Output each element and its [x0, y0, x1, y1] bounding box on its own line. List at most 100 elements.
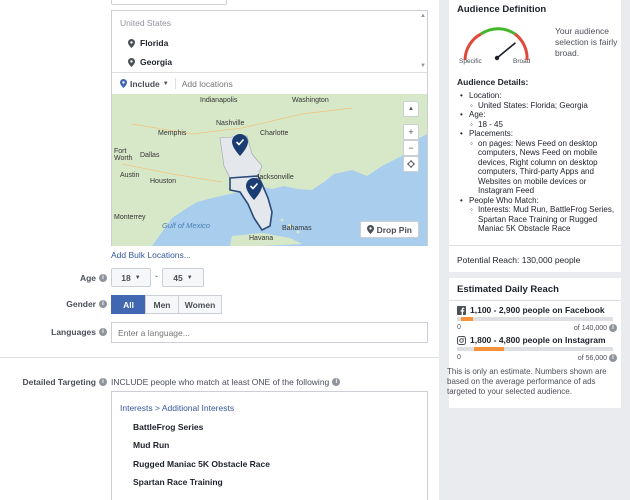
facebook-reach-bar	[457, 317, 613, 321]
info-icon[interactable]: i	[609, 324, 617, 332]
map-label-austin: Austin	[120, 172, 140, 179]
detail-age-label: Age:	[469, 110, 486, 119]
interest-item[interactable]: Rugged Maniac 5K Obstacle Race	[133, 459, 270, 469]
location-item-label: Georgia	[140, 57, 173, 67]
gauge-broad-label: Broad	[513, 58, 531, 65]
estimate-note: This is only an estimate. Numbers shown …	[447, 367, 607, 396]
info-icon[interactable]: i	[99, 378, 107, 386]
age-max-value: 45	[173, 272, 183, 283]
add-locations-input[interactable]	[181, 78, 382, 89]
gender-men-button[interactable]: Men	[145, 295, 179, 314]
detail-match-value: Interests: Mud Run, BattleFrog Series, S…	[457, 205, 617, 234]
chevron-down-icon: ▼	[162, 80, 169, 87]
florida-map-pin-icon[interactable]	[246, 178, 262, 200]
detail-age: Age:	[457, 110, 617, 120]
instagram-reach-bar	[457, 347, 613, 351]
audience-description: Your audience selection is fairly broad.	[555, 26, 618, 58]
facebook-reach-fill	[461, 317, 474, 321]
gender-all-button[interactable]: All	[111, 295, 146, 314]
info-icon[interactable]: i	[99, 274, 107, 282]
detail-age-value: 18 - 45	[457, 120, 617, 130]
age-max-select[interactable]: 45 ▼	[162, 268, 204, 287]
detailed-targeting-label-text: Detailed Targeting	[22, 377, 96, 387]
location-item-florida[interactable]: Florida	[128, 38, 168, 48]
language-input[interactable]	[111, 322, 428, 343]
instagram-reach: 1,800 - 4,800 people on Instagram	[457, 335, 606, 345]
location-pin-icon	[128, 57, 135, 67]
info-icon[interactable]: i	[99, 300, 107, 308]
include-dropdown[interactable]: Include ▼	[120, 79, 169, 89]
instagram-reach-max: of 56,000 i	[578, 354, 617, 362]
age-label-text: Age	[79, 273, 96, 283]
location-pin-icon	[366, 225, 374, 234]
card-divider	[449, 300, 621, 301]
targeting-form: United States Florida Georgia ▲ ▼ Includ…	[0, 0, 439, 500]
location-box: United States Florida Georgia ▲ ▼ Includ…	[111, 10, 428, 246]
interest-item[interactable]: Mud Run	[133, 440, 169, 450]
gender-label-text: Gender	[66, 299, 96, 309]
recenter-button[interactable]	[403, 156, 419, 172]
info-icon[interactable]: i	[609, 354, 617, 362]
audience-details-list: Location: United States: Florida; Georgi…	[457, 91, 617, 234]
dropdown-stub[interactable]	[111, 0, 227, 5]
detail-placements-label: Placements:	[469, 129, 514, 138]
age-min-value: 18	[121, 272, 131, 283]
audience-definition-title: Audience Definition	[457, 4, 547, 15]
gender-label: Gender i	[66, 299, 107, 309]
interest-item[interactable]: Spartan Race Training	[133, 477, 223, 487]
chevron-up-icon: ▲	[408, 106, 414, 112]
section-divider	[0, 357, 439, 358]
map-label-indianapolis: Indianapolis	[200, 97, 238, 104]
instagram-reach-text: 1,800 - 4,800 people on Instagram	[470, 335, 606, 345]
facebook-reach-min: 0	[457, 324, 461, 331]
detailed-targeting-box: Interests > Additional Interests BattleF…	[111, 391, 428, 500]
gauge-specific-label: Specific	[459, 58, 482, 65]
chevron-down-icon: ▼	[134, 274, 141, 281]
map-label-nashville: Nashville	[216, 120, 245, 127]
facebook-reach-max: of 140,000 i	[574, 324, 617, 332]
location-map[interactable]: Indianapolis Washington Nashville Memphi…	[112, 94, 427, 246]
info-icon[interactable]: i	[99, 328, 107, 336]
location-list: United States Florida Georgia ▲ ▼	[112, 11, 427, 71]
scroll-down-icon[interactable]: ▼	[420, 63, 426, 69]
age-min-select[interactable]: 18 ▼	[111, 268, 151, 287]
instagram-reach-fill	[474, 347, 504, 351]
instagram-reach-max-text: of 56,000	[577, 354, 607, 362]
location-item-label: Florida	[140, 38, 169, 48]
facebook-reach: 1,100 - 2,900 people on Facebook	[457, 305, 605, 315]
crosshair-icon	[407, 160, 415, 168]
facebook-icon	[457, 305, 466, 315]
georgia-map-pin-icon[interactable]	[232, 134, 248, 156]
include-label: Include	[130, 78, 160, 89]
map-label-gulf-of-mexico: Gulf of Mexico	[162, 221, 210, 230]
location-include-row: Include ▼	[112, 72, 427, 94]
scroll-up-icon[interactable]: ▲	[420, 13, 426, 19]
zoom-out-button[interactable]: −	[403, 140, 419, 156]
location-item-georgia[interactable]: Georgia	[128, 57, 172, 67]
info-icon[interactable]: i	[332, 378, 341, 386]
map-label-bahamas: Bahamas	[282, 225, 312, 232]
map-label-houston: Houston	[150, 178, 177, 185]
detail-location: Location:	[457, 91, 617, 101]
map-collapse-button[interactable]: ▲	[403, 101, 419, 117]
instagram-reach-min: 0	[457, 354, 461, 361]
location-pin-icon	[120, 79, 127, 88]
interest-item[interactable]: BattleFrog Series	[133, 422, 203, 432]
drop-pin-button[interactable]: Drop Pin	[359, 221, 419, 238]
map-label-dallas: Dallas	[140, 152, 160, 159]
gender-toggle-group: All Men Women	[111, 295, 222, 314]
audience-sidebar: Audience Definition Specific Broad Your …	[439, 0, 630, 500]
gender-women-button[interactable]: Women	[178, 295, 222, 314]
facebook-reach-text: 1,100 - 2,900 people on Facebook	[470, 305, 605, 315]
location-country: United States	[120, 18, 172, 28]
interest-breadcrumb[interactable]: Interests > Additional Interests	[120, 403, 234, 413]
detail-placements-value: on pages: News Feed on desktop computers…	[457, 139, 617, 196]
location-pin-icon	[128, 38, 135, 48]
detail-match: People Who Match:	[457, 196, 617, 206]
zoom-in-button[interactable]: +	[403, 124, 419, 140]
map-label-charlotte: Charlotte	[260, 130, 289, 137]
map-label-washington: Washington	[292, 97, 329, 104]
add-bulk-locations-link[interactable]: Add Bulk Locations...	[111, 250, 191, 260]
map-label-havana: Havana	[249, 235, 274, 242]
location-list-scrollbar[interactable]: ▲ ▼	[420, 13, 426, 69]
